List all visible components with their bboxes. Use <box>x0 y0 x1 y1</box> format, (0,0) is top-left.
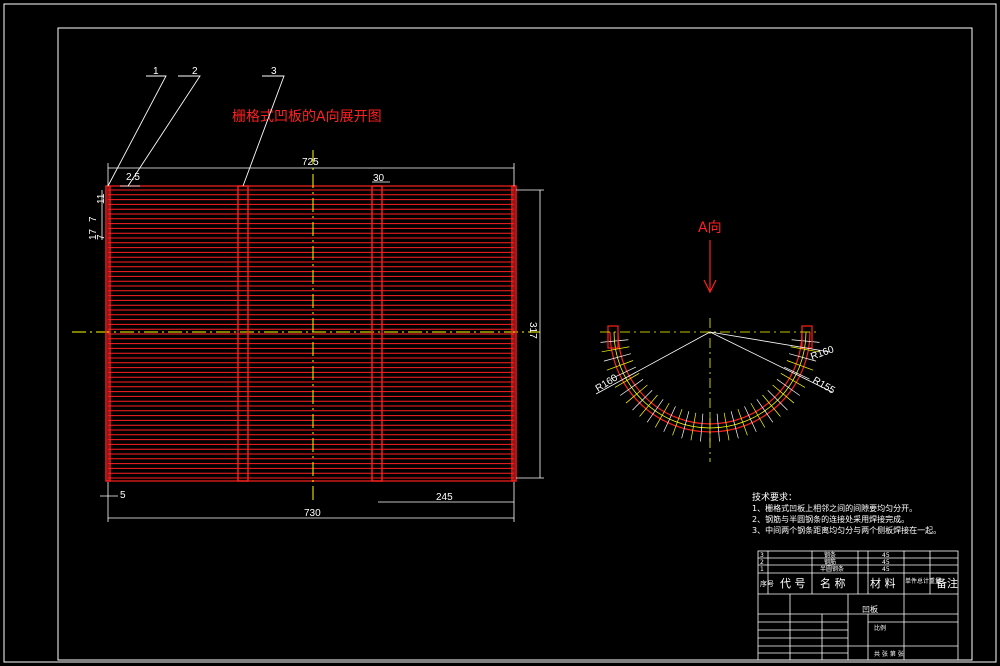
dim-bar-width: 30 <box>373 173 385 184</box>
balloon-1: 1 <box>153 66 159 77</box>
svg-text:3: 3 <box>760 552 764 559</box>
part-3-name: 钢条 <box>824 551 836 559</box>
dim-left-b: 11 <box>96 193 107 204</box>
drawing-name: 凹板 <box>862 604 878 614</box>
radius-right-a: R160 <box>809 344 836 363</box>
sheet-info: 共 张 第 张 <box>874 650 904 658</box>
radius-left: R160 <box>594 372 620 394</box>
semicircle-tooth <box>737 408 748 436</box>
radius-right-b: R155 <box>811 375 838 397</box>
semicircle-tooth <box>681 411 690 439</box>
balloon-3: 3 <box>271 66 277 77</box>
part-2-material: 45 <box>882 559 890 566</box>
dim-bottom-left: 5 <box>120 490 126 501</box>
semicircle-tooth <box>632 389 653 411</box>
part-2-name: 钢筋 <box>824 558 836 566</box>
part-1-material: 45 <box>882 566 890 573</box>
header-name: 名 称 <box>820 576 846 590</box>
scale-label: 比例 <box>874 624 886 632</box>
semicircle-tooth <box>672 408 683 436</box>
header-material: 材 料 <box>870 576 896 590</box>
semicircle-tooth <box>786 360 814 371</box>
semicircle-tooth <box>767 389 788 411</box>
drawing-title: 栅格式凹板的A向展开图 <box>232 109 382 125</box>
semicircle-end-plate-right <box>801 325 813 349</box>
svg-text:1: 1 <box>760 566 764 573</box>
outer-frame <box>3 3 997 663</box>
note-line-2: 2、钢筋与半圆钢条的连接处采用焊接完成。 <box>752 514 909 524</box>
dim-bottom-overall: 730 <box>304 508 321 519</box>
balloon-2: 2 <box>192 66 198 77</box>
leader-lines <box>107 75 285 187</box>
dim-right-height: 317 <box>527 322 538 339</box>
header-code: 代 号 <box>780 577 806 590</box>
semicircle-tooth <box>606 360 634 371</box>
part-1-name: 半圆钢条 <box>820 565 844 573</box>
dim-top-overall: 725 <box>302 157 319 168</box>
semicircle-section-view <box>595 318 833 462</box>
notes-heading: 技术要求： <box>752 491 797 503</box>
svg-text:2: 2 <box>760 559 764 566</box>
view-label: A向 <box>698 220 722 236</box>
header-remark: 备注 <box>936 576 958 590</box>
part-3-material: 45 <box>882 552 890 559</box>
dim-left-a: 7 <box>88 216 99 222</box>
dim-bottom-right: 245 <box>436 492 453 503</box>
semicircle-tooth <box>730 411 739 439</box>
grating-unfolded-view <box>107 185 515 482</box>
header-no: 序号 <box>760 579 774 588</box>
semicircle-end-plate-left <box>607 325 619 349</box>
title-block-grid <box>757 550 959 661</box>
note-line-3: 3、中间两个钢条距离均匀分与两个侧板焊接在一起。 <box>752 525 941 535</box>
cad-drawing: 栅格式凹板的A向展开图 725 730 30 2.5 317 5 245 7 1… <box>3 3 997 663</box>
dim-left-d: 7 <box>96 234 107 240</box>
semicircle-tooth <box>603 353 632 362</box>
note-line-1: 1、栅格式凹板上相邻之间的间隙要均匀分开。 <box>752 503 917 513</box>
